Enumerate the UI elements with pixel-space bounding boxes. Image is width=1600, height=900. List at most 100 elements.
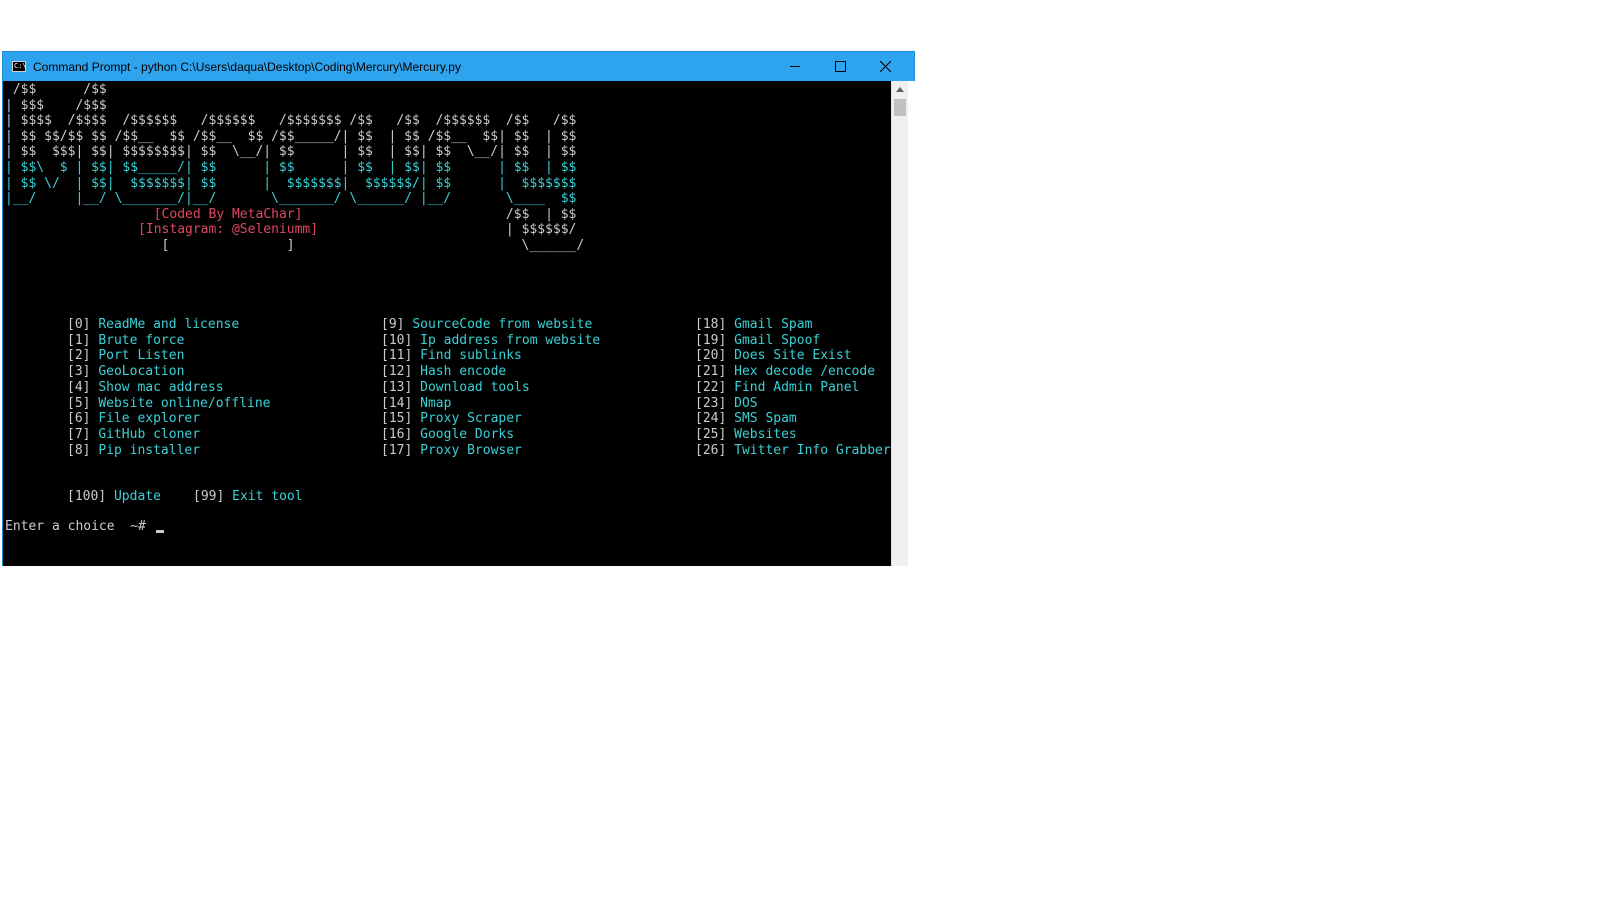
- menu-item: [23] DOS: [695, 396, 758, 412]
- menu-item-number: [21]: [695, 364, 727, 380]
- banner-line: |__/ |__/ \_______/|__/ \_______/ \_____…: [5, 191, 576, 207]
- menu-item: [16] Google Dorks: [381, 427, 514, 443]
- menu-item-number: [7]: [67, 426, 91, 442]
- menu-item: [24] SMS Spam: [695, 411, 797, 427]
- banner-line: [Instagram: @Seleniumm] | $$$$$$/: [5, 222, 576, 238]
- menu-item-label: SourceCode from website: [412, 317, 593, 332]
- banner-segment: /$$ /$$: [5, 82, 107, 97]
- menu-item: [11] Find sublinks: [381, 348, 522, 364]
- menu-item-number: [6]: [67, 411, 91, 427]
- menu-item-label: Nmap: [420, 395, 452, 411]
- menu-item-number: [15]: [381, 411, 413, 427]
- menu-item-number: [17]: [381, 442, 413, 458]
- menu-item: [1] Brute force: [67, 333, 184, 349]
- menu-item-number: [5]: [67, 395, 91, 411]
- minimize-icon: [790, 66, 800, 67]
- menu-item-label: Pip installer: [98, 442, 201, 458]
- menu-item-number: [24]: [695, 411, 727, 427]
- menu-item-number: [23]: [695, 395, 727, 411]
- banner-segment: | $$ \/ | $$| $$$$$$$| $$ | $$$$$$$| $$$…: [5, 175, 577, 191]
- menu-item-number: [3]: [67, 364, 91, 380]
- menu-item-number: [20]: [695, 348, 727, 364]
- menu-item-number: [2]: [67, 348, 91, 364]
- banner-segment: | $$\ $ | $$| $$_____/| $$ | $$ | $$ | $…: [5, 160, 577, 175]
- menu-item-label: Google Dorks: [420, 426, 515, 442]
- menu-item: [3] GeoLocation: [67, 364, 184, 380]
- menu-item: [20] Does Site Exist: [695, 348, 852, 364]
- menu-item-label: Website online/offline: [98, 395, 271, 411]
- menu-item-number: [18]: [695, 317, 727, 332]
- menu-item-label: Does Site Exist: [734, 348, 852, 364]
- menu-item-number: [12]: [381, 364, 413, 380]
- credit-text: [Coded By MetaChar]: [153, 206, 303, 222]
- banner-line: | $$$ /$$$: [5, 98, 107, 114]
- banner-line: | $$ $$$| $$| $$$$$$$$| $$ \__/| $$ | $$…: [5, 144, 576, 160]
- menu-item: [22] Find Admin Panel: [695, 380, 859, 396]
- menu-item: [13] Download tools: [381, 380, 530, 396]
- menu-item-number: [14]: [381, 395, 413, 411]
- scroll-thumb[interactable]: [894, 99, 906, 116]
- menu-item: [19] Gmail Spoof: [695, 333, 820, 349]
- menu-item-number: [0]: [67, 317, 91, 332]
- banner-segment: | $$$$ /$$$$ /$$$$$$ /$$$$$$ /$$$$$$$ /$…: [5, 113, 577, 129]
- menu-item: [26] Twitter Info Grabber: [695, 443, 891, 459]
- menu-item-label: File explorer: [98, 411, 201, 427]
- menu-item-label: Hex decode /encode: [734, 364, 876, 380]
- menu-item-number: [19]: [695, 332, 727, 348]
- close-button[interactable]: [863, 52, 908, 81]
- menu-item-label: GeoLocation: [98, 364, 185, 380]
- banner-line: | $$ $$/$$ $$ /$$__ $$ /$$__ $$ /$$_____…: [5, 129, 576, 145]
- banner-line: | $$$$ /$$$$ /$$$$$$ /$$$$$$ /$$$$$$$ /$…: [5, 113, 576, 129]
- banner-segment: /$$ | $$: [302, 206, 577, 222]
- menu-item-label: Show mac address: [98, 379, 224, 395]
- menu-item-number: [99]: [193, 489, 225, 504]
- menu-item-number: [9]: [381, 317, 405, 332]
- menu-item: [5] Website online/offline: [67, 396, 271, 412]
- banner-segment: [ ] \______/: [5, 238, 585, 253]
- banner-segment: | $$$ /$$$: [5, 97, 107, 113]
- menu-item-label: Brute force: [98, 332, 185, 348]
- menu-item-label: Websites: [734, 426, 797, 442]
- console-output[interactable]: /$$ /$$ | $$$ /$$$ | $$$$ /$$$$ /$$$$$$ /$…: [3, 81, 891, 566]
- banner-segment: [5, 207, 154, 222]
- command-prompt-icon: C:\: [12, 61, 27, 72]
- credit-text: [Instagram: @Seleniumm]: [138, 222, 319, 238]
- menu-item: [17] Proxy Browser: [381, 443, 522, 459]
- menu-item: [21] Hex decode /encode: [695, 364, 875, 380]
- close-icon: [880, 61, 891, 72]
- vertical-scrollbar[interactable]: [891, 81, 908, 566]
- menu-item: [15] Proxy Scraper: [381, 411, 522, 427]
- input-prompt[interactable]: Enter a choice ~#: [5, 519, 164, 535]
- menu-item: [25] Websites: [695, 427, 797, 443]
- command-prompt-window[interactable]: C:\ Command Prompt - python C:\Users\daq…: [2, 51, 915, 566]
- menu-item: [7] GitHub cloner: [67, 427, 200, 443]
- menu-item-number: [4]: [67, 379, 91, 395]
- prompt-text: Enter a choice ~#: [5, 519, 146, 534]
- chevron-up-icon: [896, 87, 904, 92]
- banner-segment: | $$$$$$/: [318, 222, 577, 238]
- menu-item-number: [8]: [67, 442, 91, 458]
- menu-item-number: [11]: [381, 348, 413, 364]
- menu-item: [2] Port Listen: [67, 348, 184, 364]
- menu-item: [9] SourceCode from website: [381, 317, 592, 333]
- minimize-button[interactable]: [773, 52, 818, 81]
- banner-line: | $$ \/ | $$| $$$$$$$| $$ | $$$$$$$| $$$…: [5, 176, 576, 192]
- menu-item-number: [22]: [695, 379, 727, 395]
- scroll-up-button[interactable]: [892, 81, 908, 98]
- window-frame-edge: [908, 81, 915, 566]
- banner-line: [Coded By MetaChar] /$$ | $$: [5, 206, 577, 223]
- menu-item: [12] Hash encode: [381, 364, 506, 380]
- menu-item-update: [100] Update: [67, 489, 161, 505]
- menu-item-label: Update: [113, 489, 161, 504]
- menu-item-number: [10]: [381, 332, 413, 348]
- menu-item-label: Gmail Spoof: [734, 332, 821, 348]
- menu-item-label: Port Listen: [98, 348, 185, 364]
- menu-item: [6] File explorer: [67, 411, 200, 427]
- menu-item: [10] Ip address from website: [381, 333, 600, 349]
- maximize-button[interactable]: [818, 52, 863, 81]
- menu-item: [0] ReadMe and license: [67, 317, 239, 333]
- menu-item-number: [16]: [381, 426, 413, 442]
- banner-segment: |__/ |__/ \_______/|__/ \_______/ \_____…: [5, 191, 577, 207]
- title-bar[interactable]: C:\ Command Prompt - python C:\Users\daq…: [3, 52, 914, 81]
- menu-item-label: Proxy Browser: [420, 442, 522, 458]
